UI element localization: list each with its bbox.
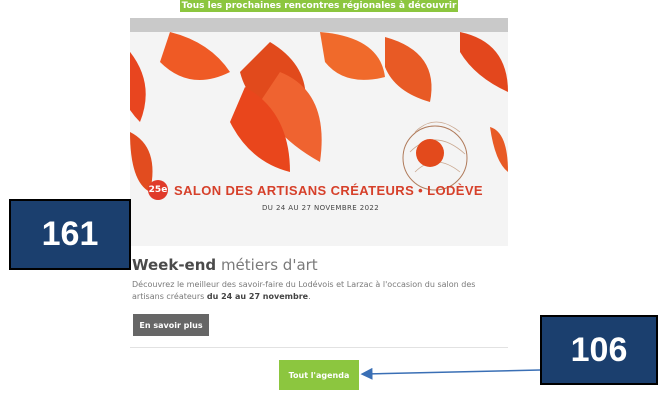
annotation-arrow	[360, 367, 540, 380]
more-info-button[interactable]: En savoir plus	[133, 314, 209, 336]
hero-top-bar	[130, 18, 508, 32]
agenda-button[interactable]: Tout l'agenda	[279, 360, 359, 390]
salon-title: 25e SALON DES ARTISANS CRÉATEURS • LODÈV…	[148, 180, 508, 200]
lantern-plants-illustration	[130, 32, 508, 246]
edition-badge: 25e	[148, 180, 168, 200]
annotation-number-161: 161	[9, 199, 131, 270]
divider	[130, 347, 508, 348]
event-desc-bold: du 24 au 27 novembre	[206, 292, 309, 301]
salon-title-text: SALON DES ARTISANS CRÉATEURS • LODÈVE	[174, 182, 483, 198]
event-title-light: métiers d'art	[220, 256, 318, 274]
hero-image: 25e SALON DES ARTISANS CRÉATEURS • LODÈV…	[130, 18, 508, 246]
event-desc-end: .	[308, 292, 311, 301]
annotation-number-106: 106	[540, 315, 658, 385]
event-title[interactable]: Week-end métiers d'art	[132, 256, 318, 274]
salon-dates: DU 24 AU 27 NOVEMBRE 2022	[262, 204, 380, 212]
top-green-banner[interactable]: Tous les prochaines rencontres régionale…	[180, 0, 458, 12]
event-description: Découvrez le meilleur des savoir-faire d…	[132, 279, 492, 303]
event-title-bold: Week-end	[132, 256, 217, 274]
